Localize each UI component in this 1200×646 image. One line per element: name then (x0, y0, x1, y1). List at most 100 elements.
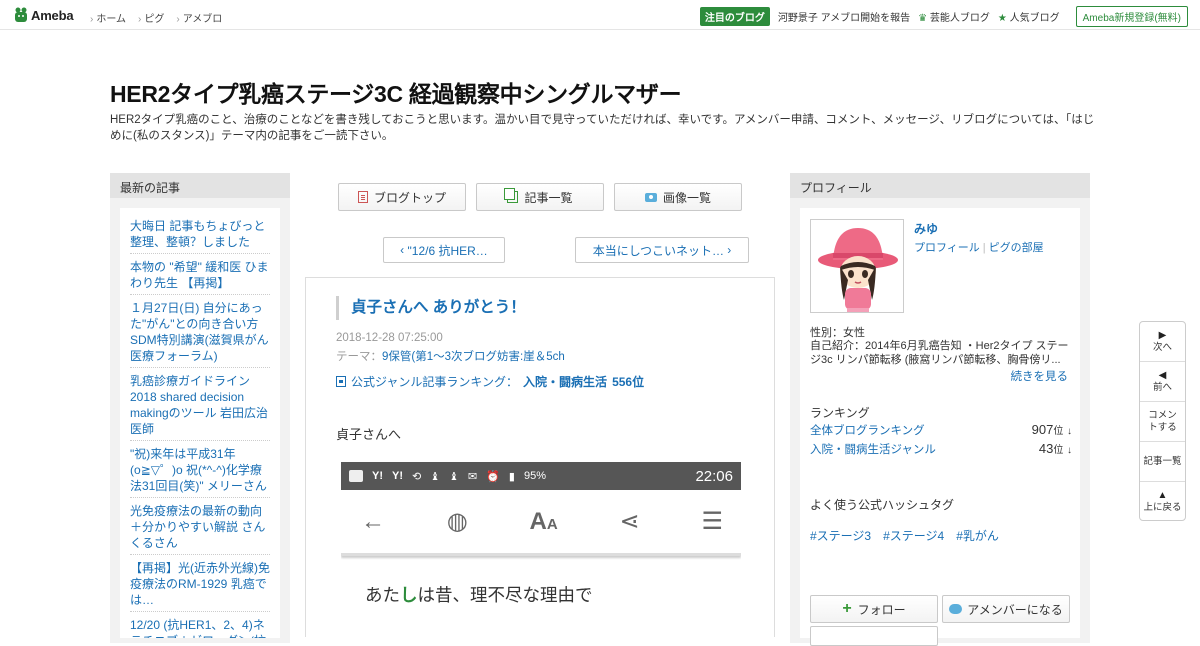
profile-panel: プロフィール みゆ プロフィール | ピグの部屋 性別：女性 自己紹介：2014… (790, 173, 1090, 646)
side-nav-comment[interactable]: コメントする (1140, 402, 1185, 442)
article-image-screenshot[interactable]: Y! Y! ⟲ ♝ ♝ ✉ ⏰ ▮ 95% 22:06 ← ◍ AA ⋖ ☰ あ… (341, 462, 741, 642)
ranking-row-genre: 入院・闘病生活ジャンル 43位 ↓ (810, 441, 1072, 457)
article-ranking-genre: 入院・闘病生活 (523, 375, 608, 389)
rank-unit: 位 (1053, 445, 1064, 456)
article-ranking-label: 公式ジャンル記事ランキング： (351, 375, 519, 389)
tab-blog-top[interactable]: ブログトップ (338, 183, 466, 211)
article-ranking-value: 556位 (612, 375, 645, 389)
list-item[interactable]: 乳癌診療ガイドライン2018 shared decision makingのツー… (130, 371, 270, 441)
phone-text-highlight: し (400, 585, 418, 605)
phone-body-text: あたしは昔、理不尽な理由で (365, 582, 593, 607)
article-body-text: 貞子さんへ (336, 427, 402, 442)
crown-icon: ♛ (918, 13, 928, 24)
list-item[interactable]: 光免疫療法の最新の動向＋分かりやすい解説 さんくるさん (130, 501, 270, 555)
list-item[interactable]: 12/20 (抗HER1、2、4)ネラチニブ＋ゼローダ＞(抗 (130, 615, 270, 638)
triangle-right-icon: ▶ (1158, 329, 1167, 341)
list-item[interactable]: 本物の "希望" 緩和医 ひまわり先生 【再掲】 (130, 257, 270, 295)
celeb-blog-label: 芸能人ブログ (929, 13, 990, 24)
global-nav: ホーム ピグ アメブロ (90, 10, 222, 25)
triangle-left-icon: ◀ (1158, 369, 1167, 381)
profile-intro: 自己紹介：2014年6月乳癌告知 ・Her2タイプ ステージ3c リンパ節転移 … (810, 340, 1069, 366)
side-nav-prev[interactable]: ◀ 前へ (1140, 362, 1185, 402)
profile-link[interactable]: プロフィール (914, 242, 980, 254)
phone-text-part: あた (365, 585, 400, 605)
phone-browser-bar: ← ◍ AA ⋖ ☰ (341, 490, 741, 556)
side-nav-next[interactable]: ▶ 次へ (1140, 322, 1185, 362)
recent-articles-list: 大晦日 記事もちょびっと整理、整頓？しました 本物の "希望" 緩和医 ひまわり… (120, 208, 280, 638)
battery-level: 95% (523, 470, 546, 482)
side-nav-article-list[interactable]: 記事一覧 (1140, 442, 1185, 482)
profile-body: みゆ プロフィール | ピグの部屋 性別：女性 自己紹介：2014年6月乳癌告知 ・… (800, 208, 1080, 646)
article-theme-link[interactable]: 9保管(第1～3次ブログ妨害:崖＆5ch (382, 351, 565, 363)
ranking-overall-value: 907位 ↓ (1032, 422, 1072, 438)
tab-image-list[interactable]: 画像一覧 (614, 183, 742, 211)
globe-icon: ◍ (446, 508, 468, 535)
side-nav-back-to-top[interactable]: ▲ 上に戻る (1140, 482, 1185, 522)
yahoo-icon: Y! (372, 470, 383, 482)
ranking-genre-link[interactable]: 入院・闘病生活ジャンル (810, 441, 936, 457)
hashtag-link[interactable]: #乳がん (956, 527, 999, 544)
ranking-overall-link[interactable]: 全体ブログランキング (810, 422, 925, 438)
tab-article-list[interactable]: 記事一覧 (476, 183, 604, 211)
featured-link[interactable]: 河野景子 アメブロ開始を報告 (778, 9, 910, 24)
plus-icon: + (842, 600, 852, 617)
article-title[interactable]: 貞子さんへ ありがとう！ (336, 296, 526, 320)
avatar[interactable] (810, 219, 904, 313)
follow-button[interactable]: + フォロー (810, 595, 938, 623)
recent-articles-heading: 最新の記事 (110, 173, 290, 198)
article-ranking[interactable]: 公式ジャンル記事ランキング： 入院・闘病生活 556位 (336, 373, 644, 390)
alarm-icon: ⏰ (486, 470, 500, 483)
list-item[interactable]: 大晦日 記事もちょびっと整理、整頓？しました (130, 216, 270, 254)
nav-pigg[interactable]: ピグ (138, 10, 164, 25)
celeb-blog-link[interactable]: ♛ 芸能人ブログ (918, 9, 990, 24)
font-size-icon: AA (529, 507, 558, 535)
amember-button[interactable]: アメンバーになる (942, 595, 1070, 623)
hashtag-heading: よく使う公式ハッシュタグ (810, 498, 955, 512)
amember-label: アメンバーになる (967, 602, 1063, 617)
list-item[interactable]: "祝)来年は平成31年(o≧▽゜)o 祝(*^-^)化学療法31回目(笑)" メ… (130, 444, 270, 498)
side-nav-prev-label: 前へ (1152, 381, 1172, 393)
arrow-down-icon: ↓ (1067, 445, 1072, 456)
blog-tabs: ブログトップ 記事一覧 画像一覧 (338, 183, 742, 211)
yahoo-icon: Y! (392, 470, 403, 482)
popular-blog-link[interactable]: ★ 人気ブログ (998, 9, 1060, 24)
prev-article-label: "12/6 抗HER… (407, 243, 488, 258)
article: 貞子さんへ ありがとう！ 2018-12-28 07:25:00 テーマ：9保管… (305, 277, 775, 642)
recent-articles-panel: 最新の記事 大晦日 記事もちょびっと整理、整頓？しました 本物の "希望" 緩和… (110, 173, 290, 643)
read-more-link[interactable]: 続きを見る (1011, 368, 1069, 384)
hashtag-link[interactable]: #ステージ4 (883, 527, 944, 544)
ranking-overall-number: 907 (1031, 422, 1054, 437)
back-arrow-icon: ← (361, 507, 385, 535)
prev-article-button[interactable]: ‹ "12/6 抗HER… (383, 237, 505, 263)
profile-gender: 性別：女性 (810, 327, 865, 339)
phone-status-bar: Y! Y! ⟲ ♝ ♝ ✉ ⏰ ▮ 95% 22:06 (341, 462, 741, 490)
blog-description: HER2タイプ乳癌のこと、治療のことなどを書き残しておこうと思います。温かい目で… (110, 114, 1095, 142)
pigg-room-link[interactable]: ピグの部屋 (989, 242, 1044, 254)
nav-home[interactable]: ホーム (90, 10, 126, 25)
next-article-button[interactable]: 本当にしつこいネット… › (575, 237, 749, 263)
chevron-right-icon: › (723, 243, 732, 257)
extra-button[interactable] (810, 626, 938, 646)
hashtag-link[interactable]: #ステージ3 (810, 527, 871, 544)
divider: | (982, 242, 986, 254)
ranking-genre-value: 43位 ↓ (1039, 441, 1072, 457)
list-item[interactable]: 【再掲】光(近赤外光線)免疫療法のRM-1929 乳癌では… (130, 558, 270, 612)
list-item[interactable]: １月27日(日) 自分にあった"がん"との向き合い方 SDM特別講演(滋賀県がん… (130, 298, 270, 368)
side-nav-next-label: 次へ (1152, 341, 1172, 353)
ranking-genre-number: 43 (1038, 441, 1054, 456)
popular-blog-label: 人気ブログ (1009, 13, 1060, 24)
side-nav-comment-label: コメントする (1148, 409, 1177, 433)
arrow-down-icon: ↓ (1067, 426, 1072, 437)
next-article-label: 本当にしつこいネット… (592, 243, 724, 258)
profile-name[interactable]: みゆ (914, 220, 938, 237)
rotate-icon: ⟲ (412, 470, 422, 483)
camera-icon (644, 192, 657, 202)
article-theme: テーマ：9保管(第1～3次ブログ妨害:崖＆5ch (336, 348, 565, 364)
register-button[interactable]: Ameba新規登録(無料) (1075, 6, 1188, 27)
article-theme-label: テーマ： (336, 351, 382, 363)
ameba-logo[interactable]: Ameba (14, 7, 74, 23)
phone-text-part: は昔、理不尽な理由で (417, 585, 593, 605)
owl-icon: ♝ (430, 470, 441, 483)
nav-ameblo[interactable]: アメブロ (176, 10, 223, 25)
blog-title[interactable]: HER2タイプ乳癌ステージ3C 経過観察中シングルマザー (110, 75, 682, 109)
